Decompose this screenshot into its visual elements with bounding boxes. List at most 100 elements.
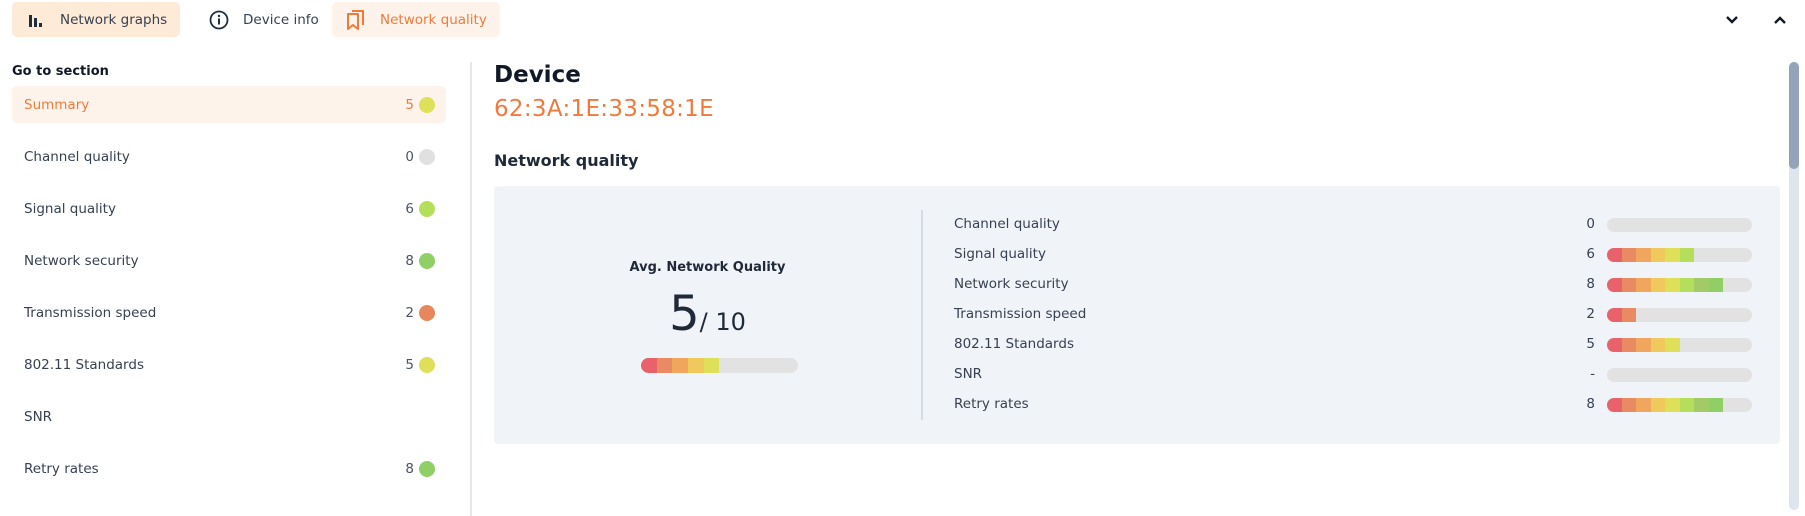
sidebar-item[interactable]: Transmission speed 2 xyxy=(12,294,446,331)
metric-value: 2 xyxy=(1586,306,1595,322)
quality-segment xyxy=(1607,248,1622,262)
metric-value: 0 xyxy=(1586,216,1595,232)
quality-segment xyxy=(1708,278,1723,292)
quality-segment xyxy=(641,358,657,373)
section-sidebar: Go to section Summary 5 Channel quality 0 Si… xyxy=(0,50,470,516)
quality-segment xyxy=(1665,338,1680,352)
tab-label: Network quality xyxy=(380,11,487,28)
metric-bar xyxy=(1607,398,1752,412)
sidebar-item-score: 2 xyxy=(405,304,414,321)
sidebar-item-score: 5 xyxy=(405,96,414,113)
chevron-up-icon[interactable] xyxy=(1770,10,1790,30)
metric-row: SNR - xyxy=(954,360,1754,390)
quality-segment xyxy=(1665,248,1680,262)
metric-value: - xyxy=(1590,366,1595,382)
scrollbar-thumb[interactable] xyxy=(1789,62,1799,169)
tab-network-quality[interactable]: Network quality xyxy=(332,2,500,37)
quality-segment xyxy=(1621,308,1636,322)
quality-segment xyxy=(1607,308,1622,322)
metric-label: Transmission speed xyxy=(954,306,1087,322)
status-dot-icon xyxy=(419,148,435,165)
quality-segment xyxy=(1694,398,1709,412)
sidebar-item[interactable]: Channel quality 0 xyxy=(12,138,446,175)
metric-bar xyxy=(1607,248,1752,262)
sidebar-item-score: 5 xyxy=(405,356,414,373)
status-dot-icon xyxy=(419,252,435,269)
quality-segment xyxy=(1679,248,1694,262)
quality-segment xyxy=(1607,338,1622,352)
quality-segment xyxy=(1650,248,1665,262)
sidebar-item-label: Signal quality xyxy=(24,200,116,217)
metric-bar xyxy=(1607,278,1752,292)
sidebar-item-label: Retry rates xyxy=(24,460,99,477)
quality-segment xyxy=(656,358,673,373)
panel-divider xyxy=(921,210,923,420)
sidebar-item-label: Network security xyxy=(24,252,139,269)
quality-segment xyxy=(1650,398,1665,412)
avg-quality-label: Avg. Network Quality xyxy=(629,260,786,275)
sidebar-item[interactable]: Network security 8 xyxy=(12,242,446,279)
sidebar-item[interactable]: 802.11 Standards 5 xyxy=(12,346,446,383)
sidebar-item[interactable]: SNR xyxy=(12,398,446,435)
info-icon xyxy=(209,10,229,30)
status-dot-icon xyxy=(419,460,435,477)
quality-segment xyxy=(1636,338,1651,352)
network-quality-panel: Avg. Network Quality 5/ 10 Channel quali… xyxy=(494,186,1780,444)
quality-segment xyxy=(1636,278,1651,292)
sidebar-item[interactable]: Signal quality 6 xyxy=(12,190,446,227)
sidebar-divider xyxy=(470,62,472,516)
metric-row: Signal quality 6 xyxy=(954,240,1754,270)
avg-quality-bar xyxy=(641,358,798,373)
avg-score-max: / 10 xyxy=(699,308,746,336)
status-dot-icon xyxy=(419,356,435,373)
sidebar-title: Go to section xyxy=(12,64,109,79)
quality-segment xyxy=(1636,398,1651,412)
status-dot-icon xyxy=(419,96,435,113)
sidebar-item-score: 8 xyxy=(405,460,414,477)
quality-segment xyxy=(1607,278,1622,292)
status-dot-icon xyxy=(419,200,435,217)
bookmarks-icon xyxy=(346,9,366,30)
quality-segment xyxy=(1679,398,1694,412)
avg-score-value: 5 xyxy=(669,286,700,342)
tab-label: Network graphs xyxy=(60,11,168,28)
metric-label: Network security xyxy=(954,276,1069,292)
quality-segment xyxy=(1621,398,1636,412)
sidebar-item-label: Summary xyxy=(24,96,90,113)
sidebar-item[interactable]: Retry rates 8 xyxy=(12,450,446,487)
device-mac-address: 62:3A:1E:33:58:1E xyxy=(494,96,714,122)
tab-device-info[interactable]: Device info xyxy=(195,2,323,37)
status-dot-icon xyxy=(419,304,435,321)
quality-segment xyxy=(1694,278,1709,292)
tab-network-graphs[interactable]: Network graphs xyxy=(12,2,180,37)
metric-label: Channel quality xyxy=(954,216,1060,232)
sidebar-item-label: SNR xyxy=(24,408,53,425)
metric-value: 5 xyxy=(1586,336,1595,352)
sidebar-item-label: 802.11 Standards xyxy=(24,356,144,373)
quality-segment xyxy=(1650,278,1665,292)
metric-row: Transmission speed 2 xyxy=(954,300,1754,330)
metric-row: Channel quality 0 xyxy=(954,210,1754,240)
quality-segment xyxy=(1679,278,1694,292)
metric-label: 802.11 Standards xyxy=(954,336,1074,352)
bar-chart-icon xyxy=(26,10,46,30)
metric-value: 8 xyxy=(1586,276,1595,292)
quality-segment xyxy=(1636,248,1651,262)
sidebar-item-score: 0 xyxy=(405,148,414,165)
quality-segment xyxy=(688,358,704,373)
quality-segment xyxy=(1665,278,1680,292)
sidebar-item[interactable]: Summary 5 xyxy=(12,86,446,123)
quality-segment xyxy=(1650,338,1665,352)
metric-label: SNR xyxy=(954,366,983,382)
metric-bar xyxy=(1607,218,1752,232)
quality-segment xyxy=(1607,398,1622,412)
quality-segment xyxy=(1621,338,1636,352)
quality-segment xyxy=(1708,398,1723,412)
quality-segment xyxy=(672,358,689,373)
metric-bar xyxy=(1607,368,1752,382)
metric-row: Network security 8 xyxy=(954,270,1754,300)
sidebar-item-label: Transmission speed xyxy=(24,304,157,321)
chevron-down-icon[interactable] xyxy=(1722,10,1742,30)
metric-value: 6 xyxy=(1586,246,1595,262)
quality-segment xyxy=(1665,398,1680,412)
